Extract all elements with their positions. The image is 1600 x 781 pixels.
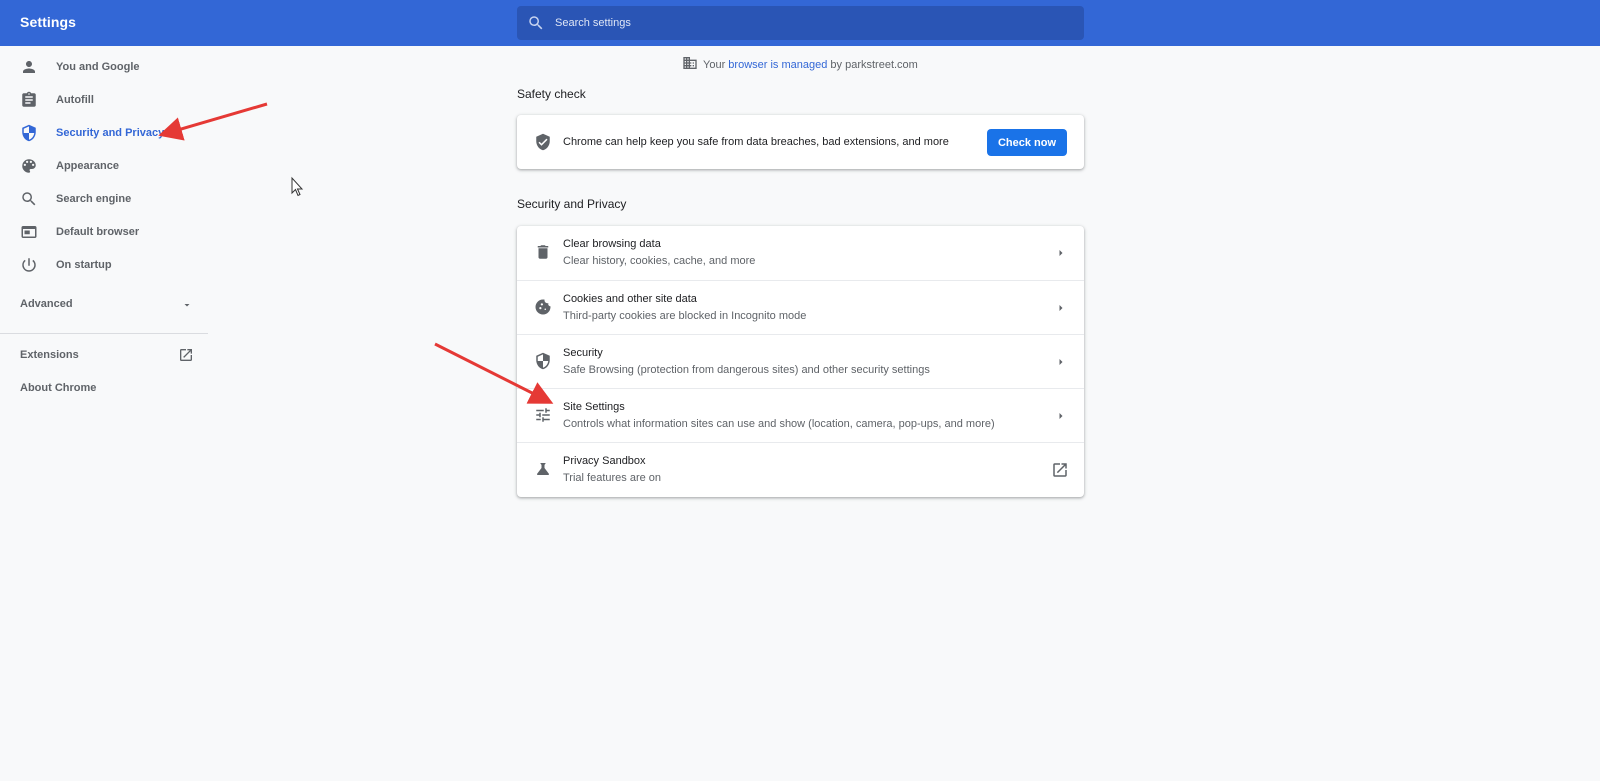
safety-check-heading: Safety check <box>517 87 586 101</box>
sidebar-item-label: Default browser <box>56 226 140 238</box>
power-icon <box>22 258 36 272</box>
managed-prefix: Your <box>703 59 726 71</box>
row-subtitle: Controls what information sites can use … <box>563 418 995 430</box>
advanced-label: Advanced <box>20 298 73 310</box>
tune-icon <box>536 408 550 422</box>
person-icon <box>23 61 35 73</box>
sidebar-item-label: Extensions <box>20 349 79 361</box>
row-title: Clear browsing data <box>563 238 661 250</box>
arrow-right-icon <box>1059 413 1063 419</box>
row-subtitle: Clear history, cookies, cache, and more <box>563 255 756 267</box>
advanced-toggle[interactable]: Advanced <box>0 291 208 321</box>
sidebar-item-label: Autofill <box>56 94 94 106</box>
browser-window-icon <box>21 226 37 238</box>
security-privacy-heading: Security and Privacy <box>517 197 627 211</box>
arrow-right-icon <box>1059 359 1063 365</box>
sidebar-item-extensions[interactable]: Extensions <box>0 344 208 370</box>
managed-notice: Your browser is managed by parkstreet.co… <box>682 55 918 73</box>
row-title: Privacy Sandbox <box>563 455 646 467</box>
row-privacy-sandbox[interactable]: Privacy Sandbox Trial features are on <box>517 442 1084 496</box>
row-security[interactable]: Security Safe Browsing (protection from … <box>517 334 1084 388</box>
search-input[interactable] <box>555 6 1075 40</box>
safety-check-description: Chrome can help keep you safe from data … <box>563 136 949 148</box>
clipboard-icon <box>22 91 36 107</box>
shield-check-icon <box>536 133 550 151</box>
row-title: Cookies and other site data <box>563 293 697 305</box>
app-title: Settings <box>20 14 77 30</box>
arrow-right-icon <box>1059 250 1063 256</box>
sidebar-item-on-startup[interactable]: On startup <box>0 249 208 282</box>
safety-check-card: Chrome can help keep you safe from data … <box>517 115 1084 169</box>
search-icon <box>529 16 543 30</box>
sidebar-item-about-chrome[interactable]: About Chrome <box>0 377 208 403</box>
shield-icon <box>536 352 550 370</box>
sidebar-item-security-and-privacy[interactable]: Security and Privacy <box>0 117 208 150</box>
sidebar-item-label: Security and Privacy <box>56 127 165 139</box>
sidebar-item-label: Search engine <box>56 193 132 205</box>
search-box[interactable] <box>517 6 1084 40</box>
arrow-right-icon <box>1059 305 1063 311</box>
managed-link[interactable]: browser is managed <box>728 59 827 71</box>
sidebar-item-default-browser[interactable]: Default browser <box>0 216 208 249</box>
palette-icon <box>22 159 36 173</box>
sidebar-divider <box>0 333 208 334</box>
row-clear-browsing-data[interactable]: Clear browsing data Clear history, cooki… <box>517 226 1084 280</box>
cookie-icon <box>535 299 551 315</box>
building-icon <box>683 57 697 69</box>
shield-icon <box>22 124 36 142</box>
sidebar-item-autofill[interactable]: Autofill <box>0 84 208 117</box>
sidebar-item-label: Appearance <box>56 160 119 172</box>
external-link-icon <box>1053 463 1067 477</box>
sidebar-item-you-and-google[interactable]: You and Google <box>0 51 208 84</box>
row-cookies[interactable]: Cookies and other site data Third-party … <box>517 280 1084 334</box>
row-title: Site Settings <box>563 401 625 413</box>
flask-icon <box>537 463 549 475</box>
managed-suffix: by parkstreet.com <box>830 59 918 71</box>
mouse-cursor-icon <box>291 176 304 197</box>
row-site-settings[interactable]: Site Settings Controls what information … <box>517 388 1084 442</box>
row-title: Security <box>563 347 603 359</box>
sidebar-item-label: You and Google <box>56 61 140 73</box>
check-now-button[interactable]: Check now <box>987 129 1067 156</box>
row-subtitle: Third-party cookies are blocked in Incog… <box>563 310 807 322</box>
row-subtitle: Trial features are on <box>563 472 662 484</box>
search-icon <box>22 192 36 206</box>
top-bar: Settings <box>0 0 1600 46</box>
external-link-icon <box>180 349 192 361</box>
sidebar-item-appearance[interactable]: Appearance <box>0 150 208 183</box>
row-subtitle: Safe Browsing (protection from dangerous… <box>563 364 930 376</box>
sidebar-item-search-engine[interactable]: Search engine <box>0 183 208 216</box>
sidebar-item-label: About Chrome <box>20 382 97 394</box>
caret-down-icon <box>184 304 190 307</box>
trash-icon <box>537 245 549 259</box>
security-privacy-card: Clear browsing data Clear history, cooki… <box>517 226 1084 497</box>
sidebar-item-label: On startup <box>56 259 112 271</box>
